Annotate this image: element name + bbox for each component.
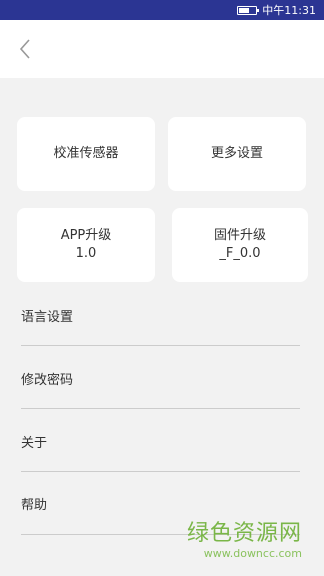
battery-icon xyxy=(237,5,260,15)
list-item-change-password[interactable]: 修改密码 xyxy=(21,347,300,409)
app-header xyxy=(0,20,324,78)
list-item-language[interactable]: 语言设置 xyxy=(21,284,300,346)
status-time: 中午11:31 xyxy=(262,4,316,17)
firmware-upgrade-label: 固件升级 xyxy=(213,228,266,243)
watermark-url: www.downcc.com xyxy=(203,547,302,560)
list-item-about[interactable]: 关于 xyxy=(21,410,300,472)
watermark-logo: 绿色资源网 www.downcc.com xyxy=(187,521,302,560)
more-settings-card[interactable]: 更多设置 xyxy=(168,117,306,191)
list-item-label: 语言设置 xyxy=(21,309,74,325)
app-version: 1.0 xyxy=(75,246,97,261)
firmware-version: _F_0.0 xyxy=(219,246,261,261)
app-upgrade-card[interactable]: APP升级 1.0 xyxy=(17,208,155,282)
divider xyxy=(21,408,300,409)
list-item-label: 关于 xyxy=(21,435,48,451)
more-settings-label: 更多设置 xyxy=(210,146,263,161)
back-button[interactable] xyxy=(12,34,38,64)
watermark-title: 绿色资源网 xyxy=(186,521,302,546)
calibrate-sensor-card[interactable]: 校准传感器 xyxy=(17,117,155,191)
app-upgrade-label: APP升级 xyxy=(60,228,112,243)
firmware-upgrade-card[interactable]: 固件升级 _F_0.0 xyxy=(172,208,308,282)
divider xyxy=(21,345,300,346)
chevron-left-icon xyxy=(19,39,30,59)
status-bar: 中午11:31 xyxy=(0,0,324,20)
list-item-label: 修改密码 xyxy=(21,372,74,388)
calibrate-sensor-label: 校准传感器 xyxy=(53,146,119,161)
list-item-label: 帮助 xyxy=(21,497,48,513)
